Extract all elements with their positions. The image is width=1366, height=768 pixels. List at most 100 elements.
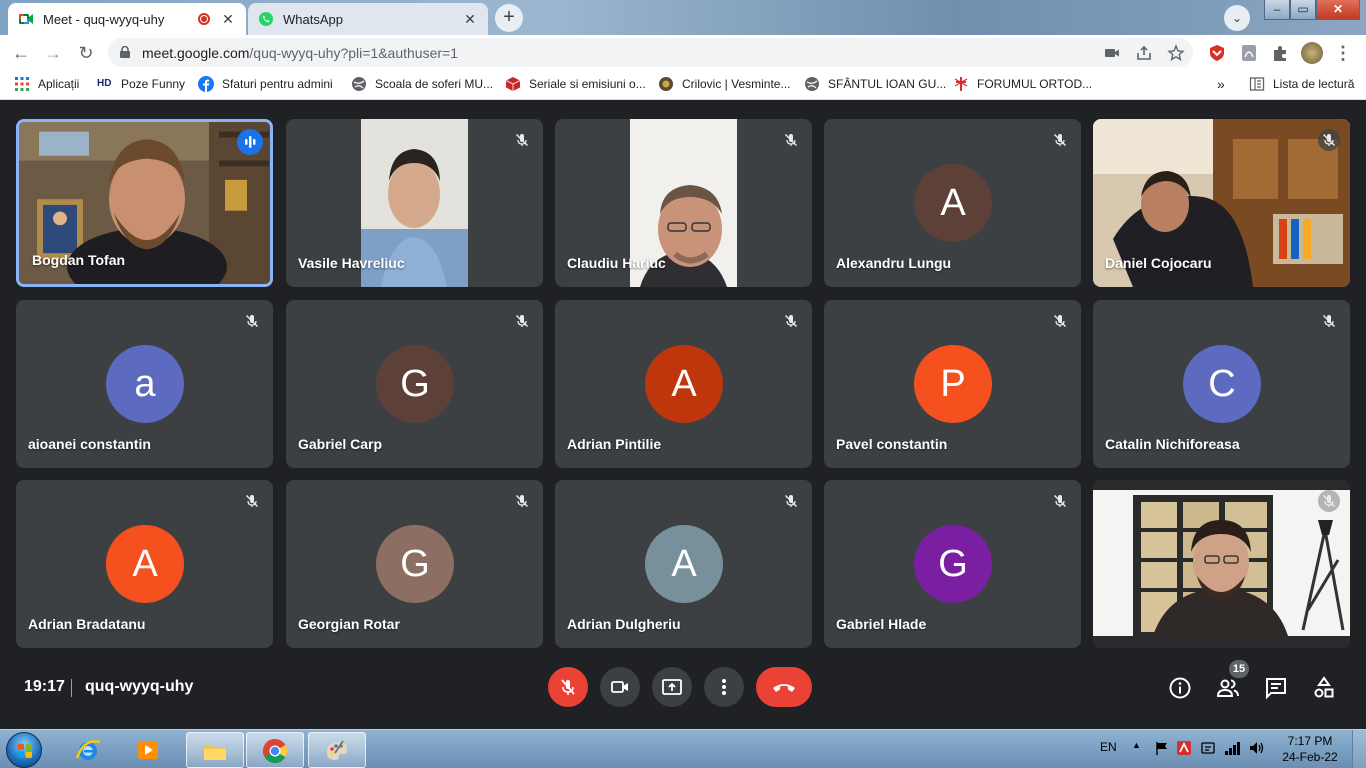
participant-tile-georgian-rotar[interactable]: G Georgian Rotar: [286, 480, 543, 648]
reading-list-button[interactable]: Lista de lectură: [1249, 76, 1354, 92]
participant-name: Catalin Nichiforeasa: [1105, 436, 1240, 452]
present-screen-button[interactable]: [652, 667, 692, 707]
more-vert-icon: [722, 679, 726, 695]
participant-tile-adrian-bradatanu[interactable]: A Adrian Bradatanu: [16, 480, 273, 648]
system-clock[interactable]: 7:17 PM 24-Feb-22: [1280, 733, 1340, 765]
close-tab-icon[interactable]: ✕: [220, 11, 236, 28]
show-hidden-icons-button[interactable]: ▲: [1132, 740, 1141, 750]
muted-mic-icon: [241, 490, 263, 512]
taskbar-media-player[interactable]: [120, 732, 178, 768]
tab-search-button[interactable]: ⌄: [1224, 5, 1250, 31]
muted-mic-icon: [1318, 129, 1340, 151]
share-icon[interactable]: [1135, 44, 1153, 62]
recording-indicator-icon: [198, 13, 210, 25]
participant-tile-adrian-dulgheriu[interactable]: A Adrian Dulgheriu: [555, 480, 812, 648]
bookmark-forumul[interactable]: FORUMUL ORTOD...: [953, 76, 1092, 92]
participant-avatar: P: [914, 345, 992, 423]
window-controls: – ▭ ✕: [1264, 0, 1360, 20]
people-icon[interactable]: [1216, 676, 1240, 700]
maximize-button[interactable]: ▭: [1290, 0, 1316, 20]
windows-logo-icon: [18, 743, 32, 758]
bookmark-label: Seriale si emisiuni o...: [529, 77, 646, 91]
muted-mic-icon: [511, 129, 533, 151]
bookmark-sfantul-ioan[interactable]: SFÂNTUL IOAN GU...: [804, 76, 946, 92]
participant-avatar: A: [914, 164, 992, 242]
url-host: meet.google.com: [142, 45, 250, 61]
participant-tile-vasile-havreliuc[interactable]: Vasile Havreliuc: [286, 119, 543, 287]
language-indicator[interactable]: EN: [1100, 740, 1117, 754]
camera-toggle-button[interactable]: [600, 667, 640, 707]
extensions-puzzle-icon[interactable]: [1270, 43, 1290, 63]
browser-menu-icon[interactable]: ⋮: [1333, 43, 1353, 63]
start-button[interactable]: [6, 732, 42, 768]
network-signal-icon[interactable]: [1224, 740, 1242, 756]
back-button[interactable]: ←: [8, 40, 34, 66]
participant-tile-catalin-nichiforeasa[interactable]: C Catalin Nichiforeasa: [1093, 300, 1350, 468]
profile-avatar[interactable]: [1301, 42, 1323, 64]
participant-tile-pavel-constantin[interactable]: P Pavel constantin: [824, 300, 1081, 468]
meet-grid: Bogdan Tofan Vasile Havreliuc Claudiu Ha…: [0, 101, 1366, 729]
taskbar-internet-explorer[interactable]: [60, 732, 118, 768]
minimize-button[interactable]: –: [1264, 0, 1290, 20]
participant-count-badge: 15: [1229, 660, 1249, 678]
shield-extension-icon[interactable]: [1207, 43, 1227, 63]
close-window-button[interactable]: ✕: [1316, 0, 1360, 20]
participant-tile-alexandru-lungu[interactable]: A Alexandru Lungu: [824, 119, 1081, 287]
google-meet-icon: [19, 14, 33, 24]
meeting-details-icon[interactable]: [1168, 676, 1192, 700]
show-desktop-button[interactable]: [1352, 730, 1366, 768]
action-center-flag-icon[interactable]: [1154, 740, 1170, 756]
muted-mic-icon: [561, 679, 575, 695]
participant-tile-self-view[interactable]: [1093, 480, 1350, 648]
participant-tile-gabriel-hlade[interactable]: G Gabriel Hlade: [824, 480, 1081, 648]
url-path: /quq-wyyq-uhy?pli=1&authuser=1: [249, 45, 458, 61]
reading-list-icon: [1249, 77, 1265, 91]
taskbar-file-explorer[interactable]: [186, 732, 244, 768]
participant-tile-daniel-cojocaru[interactable]: Daniel Cojocaru: [1093, 119, 1350, 287]
more-options-button[interactable]: [704, 667, 744, 707]
tab-whatsapp[interactable]: WhatsApp ✕: [248, 3, 488, 35]
bookmarks-overflow-button[interactable]: »: [1217, 76, 1225, 92]
bookmark-seriale[interactable]: Seriale si emisiuni o...: [505, 76, 646, 92]
bookmark-label: SFÂNTUL IOAN GU...: [828, 77, 947, 91]
bookmark-scoala-soferi[interactable]: Scoala de soferi MU...: [351, 76, 493, 92]
forward-button[interactable]: →: [40, 40, 66, 66]
muted-mic-icon: [241, 310, 263, 332]
camera-in-use-icon[interactable]: [1103, 44, 1121, 62]
speaking-indicator-icon: [237, 129, 263, 155]
address-bar[interactable]: meet.google.com/quq-wyyq-uhy?pli=1&authu…: [108, 38, 1193, 67]
reload-button[interactable]: ↻: [73, 40, 99, 66]
bookmark-apps[interactable]: Aplicații: [14, 76, 79, 92]
leave-call-button[interactable]: [756, 667, 812, 707]
device-tray-icon[interactable]: [1200, 740, 1216, 756]
participant-avatar: G: [376, 345, 454, 423]
participant-tile-adrian-pintilie[interactable]: A Adrian Pintilie: [555, 300, 812, 468]
taskbar-paint[interactable]: [308, 732, 366, 768]
taskbar-chrome[interactable]: [246, 732, 304, 768]
close-tab-icon[interactable]: ✕: [462, 11, 478, 28]
microphone-toggle-button[interactable]: [548, 667, 588, 707]
participant-name: Claudiu Hariuc: [567, 255, 666, 271]
participant-tile-aioanei-constantin[interactable]: a aioanei constantin: [16, 300, 273, 468]
bookmark-crilovic[interactable]: Crilovic | Vesminte...: [658, 76, 790, 92]
volume-icon[interactable]: [1248, 740, 1266, 756]
hang-up-icon: [773, 684, 795, 692]
participant-tile-claudiu-hariuc[interactable]: Claudiu Hariuc: [555, 119, 812, 287]
bookmark-poze-funny[interactable]: HD Poze Funny: [97, 76, 185, 92]
participant-avatar: G: [914, 525, 992, 603]
participant-tile-bogdan-tofan[interactable]: Bogdan Tofan: [16, 119, 273, 287]
tab-title: Meet - quq-wyyq-uhy: [43, 11, 165, 27]
bookmark-sfaturi[interactable]: Sfaturi pentru admini: [198, 76, 333, 92]
participant-tile-gabriel-carp[interactable]: G Gabriel Carp: [286, 300, 543, 468]
bookmark-star-icon[interactable]: [1167, 44, 1185, 62]
activities-icon[interactable]: [1312, 676, 1336, 700]
tab-meet[interactable]: Meet - quq-wyyq-uhy ✕: [8, 3, 246, 35]
antivirus-icon[interactable]: [1176, 740, 1192, 756]
new-tab-button[interactable]: +: [495, 4, 523, 32]
whatsapp-icon: [259, 12, 273, 26]
system-date: 24-Feb-22: [1282, 750, 1338, 764]
muted-mic-icon: [511, 490, 533, 512]
hd-icon: HD: [97, 78, 112, 89]
chat-icon[interactable]: [1264, 676, 1288, 700]
pdf-extension-icon[interactable]: [1239, 43, 1259, 63]
